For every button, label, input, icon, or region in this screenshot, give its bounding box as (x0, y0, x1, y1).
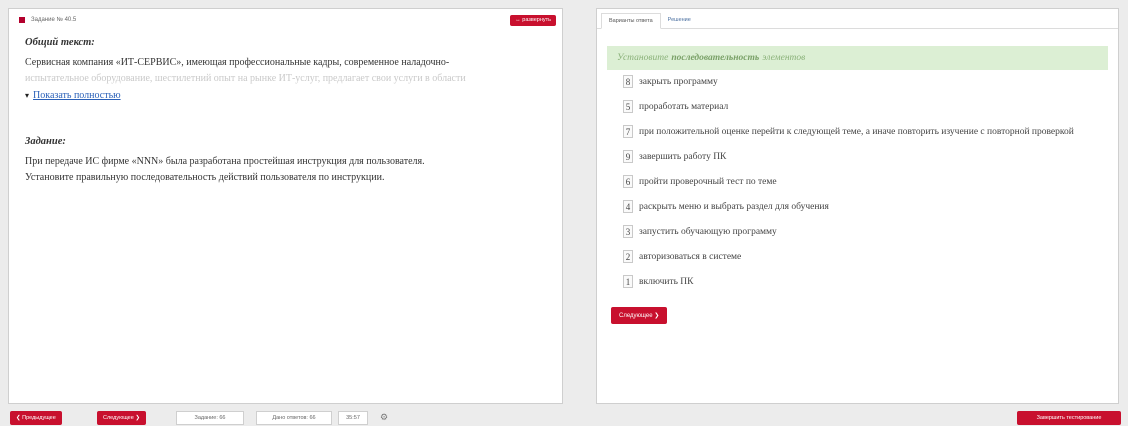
gear-icon[interactable]: ⚙ (377, 411, 391, 425)
answer-text: завершить работу ПК (639, 152, 727, 162)
task-text-line-2: Установите правильную последовательность… (25, 172, 385, 183)
task-text-line-1: При передаче ИС фирме «NNN» была разрабо… (25, 156, 425, 167)
answer-item[interactable]: 7 при положительной оценке перейти к сле… (623, 124, 1108, 141)
task-number: Задание № 40.5 (31, 17, 77, 23)
instruction-banner: Установите последовательность элементов (607, 46, 1108, 70)
finish-test-button[interactable]: Завершить тестирование (1017, 411, 1121, 425)
general-text-heading: Общий текст: (25, 37, 95, 48)
general-text-faded: испытательное оборудование, шестилетний … (25, 73, 466, 84)
next-button[interactable]: Следующее ❯ (97, 411, 146, 425)
answer-item[interactable]: 1 включить ПК (623, 274, 1108, 291)
general-text: Сервисная компания «ИТ-СЕРВИС», имеющая … (25, 57, 450, 68)
task-panel: Задание № 40.5 ↔ развернуть Общий текст:… (8, 8, 563, 404)
answer-text: закрыть программу (639, 77, 718, 87)
task-counter: Задание: 66 (176, 411, 244, 425)
expand-button[interactable]: ↔ развернуть (510, 14, 556, 26)
answers-counter: Дано ответов: 66 (256, 411, 332, 425)
instruction-part-1: Установите (617, 53, 669, 63)
chevron-down-icon: ▾ (25, 91, 30, 100)
answer-text: проработать материал (639, 102, 729, 112)
order-number-input[interactable]: 9 (623, 150, 633, 163)
prev-button[interactable]: ❮ Предыдущее (10, 411, 62, 425)
answer-text: включить ПК (639, 277, 694, 287)
answer-item[interactable]: 5 проработать материал (623, 99, 1108, 116)
timer: 35:57 (338, 411, 368, 425)
bottom-toolbar: ❮ Предыдущее Следующее ❯ Задание: 66 Дан… (0, 410, 1128, 426)
order-number-input[interactable]: 2 (623, 250, 633, 263)
show-full-label[interactable]: Показать полностью (33, 88, 121, 104)
order-number-input[interactable]: 1 (623, 275, 633, 288)
order-number-input[interactable]: 4 (623, 200, 633, 213)
instruction-part-2: последовательность (671, 53, 760, 63)
next-button-panel[interactable]: Следующее ❯ (611, 307, 668, 324)
answer-text: раскрыть меню и выбрать раздел для обуче… (639, 202, 829, 212)
tab-solution[interactable]: Решение (661, 12, 698, 28)
order-number-input[interactable]: 5 (623, 100, 633, 113)
answer-item[interactable]: 3 запустить обучающую программу (623, 224, 1108, 241)
answer-item[interactable]: 9 завершить работу ПК (623, 149, 1108, 166)
answer-item[interactable]: 8 закрыть программу (623, 74, 1108, 91)
answer-text: при положительной оценке перейти к следу… (639, 127, 1074, 137)
answer-list: 8 закрыть программу 5 проработать матери… (597, 70, 1118, 291)
order-number-input[interactable]: 8 (623, 75, 633, 88)
answer-text: авторизоваться в системе (639, 252, 742, 262)
answer-text: пройти проверочный тест по теме (639, 177, 777, 187)
answer-item[interactable]: 4 раскрыть меню и выбрать раздел для обу… (623, 199, 1108, 216)
answer-tabs: Варианты ответа Решение (597, 9, 1118, 29)
task-header: Задание № 40.5 ↔ развернуть (9, 9, 562, 31)
answer-item[interactable]: 6 пройти проверочный тест по теме (623, 174, 1108, 191)
answer-text: запустить обучающую программу (639, 227, 777, 237)
instruction-part-3: элементов (762, 53, 806, 63)
order-number-input[interactable]: 3 (623, 225, 633, 238)
task-heading: Задание: (25, 136, 66, 147)
answer-panel: Варианты ответа Решение Установите после… (596, 8, 1119, 404)
order-number-input[interactable]: 7 (623, 125, 633, 138)
task-marker-icon (19, 17, 25, 23)
tab-answer-options[interactable]: Варианты ответа (601, 13, 661, 29)
order-number-input[interactable]: 6 (623, 175, 633, 188)
answer-item[interactable]: 2 авторизоваться в системе (623, 249, 1108, 266)
show-full-link[interactable]: ▾ Показать полностью (25, 88, 548, 104)
